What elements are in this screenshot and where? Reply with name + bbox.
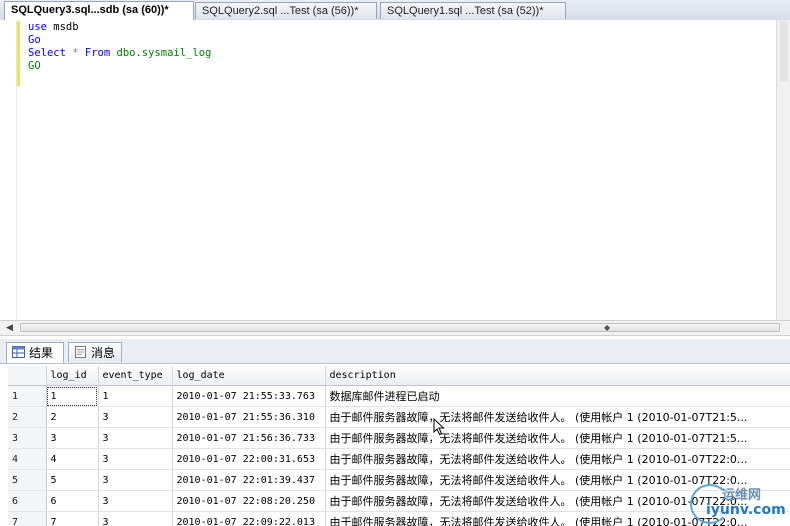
table-row[interactable]: 6 6 3 2010-01-07 22:08:20.250 由于邮件服务器故障，… (8, 490, 790, 512)
cell-description[interactable]: 由于邮件服务器故障，无法将邮件发送给收件人。 (使用帐户 1 (2010-01-… (325, 448, 790, 470)
results-grid[interactable]: log_id event_type log_date description 1… (8, 366, 790, 526)
cell-log-date[interactable]: 2010-01-07 22:08:20.250 (172, 490, 326, 512)
editor-vertical-scrollbar[interactable] (776, 20, 790, 320)
column-header-event-type[interactable]: event_type (98, 366, 173, 386)
tab-sqlquery3[interactable]: SQLQuery3.sql...sdb (sa (60))* (4, 1, 194, 20)
query-editor[interactable]: use msdb Go Select * From dbo.sysmail_lo… (0, 20, 790, 320)
table-row[interactable]: 4 4 3 2010-01-07 22:00:31.653 由于邮件服务器故障，… (8, 448, 790, 470)
cell-event-type[interactable]: 3 (98, 511, 173, 526)
cell-log-date[interactable]: 2010-01-07 21:55:33.763 (172, 385, 326, 407)
tab-label: SQLQuery3.sql...sdb (sa (60))* (11, 4, 169, 16)
column-header-log-date[interactable]: log_date (172, 366, 326, 386)
editor-horizontal-scrollbar[interactable]: ◀ ◆ (0, 320, 790, 336)
cell-event-type[interactable]: 3 (98, 490, 173, 512)
code-line-1: use msdb (28, 21, 211, 34)
change-tracking-bar (17, 21, 20, 86)
cell-log-date[interactable]: 2010-01-07 22:09:22.013 (172, 511, 326, 526)
site-watermark: 运维网 iyunv.com (686, 482, 790, 526)
cell-log-id[interactable]: 5 (46, 469, 99, 491)
watermark-text: 运维网 (722, 488, 762, 503)
cell-log-date[interactable]: 2010-01-07 21:56:36.733 (172, 427, 326, 449)
tab-label: SQLQuery1.sql ...Test (sa (52))* (387, 5, 544, 17)
cell-description[interactable]: 由于邮件服务器故障，无法将邮件发送给收件人。 (使用帐户 1 (2010-01-… (325, 406, 790, 428)
tab-messages[interactable]: 消息 (68, 342, 122, 362)
cell-log-id[interactable]: 4 (46, 448, 99, 470)
scroll-left-arrow-icon[interactable]: ◀ (6, 323, 13, 333)
cell-event-type[interactable]: 3 (98, 448, 173, 470)
document-tab-strip: SQLQuery3.sql...sdb (sa (60))* SQLQuery2… (0, 0, 790, 21)
message-icon (75, 346, 86, 358)
cell-log-date[interactable]: 2010-01-07 21:55:36.310 (172, 406, 326, 428)
row-number[interactable]: 4 (8, 448, 47, 470)
grid-icon (12, 346, 25, 358)
scroll-thumb[interactable] (20, 323, 780, 332)
cell-event-type[interactable]: 3 (98, 406, 173, 428)
column-header-description[interactable]: description (325, 366, 790, 386)
table-name: dbo.sysmail_log (110, 47, 212, 59)
tab-label: 消息 (91, 346, 116, 360)
cell-description[interactable]: 由于邮件服务器故障，无法将邮件发送给收件人。 (使用帐户 1 (2010-01-… (325, 427, 790, 449)
row-number[interactable]: 7 (8, 511, 47, 526)
row-header-corner[interactable] (8, 366, 47, 386)
splitter-grip-icon[interactable]: ◆ (604, 323, 610, 332)
results-tab-strip: 结果 消息 (0, 339, 790, 364)
table-row[interactable]: 2 2 3 2010-01-07 21:55:36.310 由于邮件服务器故障，… (8, 406, 790, 428)
code-line-4: GO (28, 60, 211, 73)
table-row[interactable]: 1 1 1 2010-01-07 21:55:33.763 数据库邮件进程已启动 (8, 385, 790, 407)
cell-log-date[interactable]: 2010-01-07 22:00:31.653 (172, 448, 326, 470)
row-number[interactable]: 1 (8, 385, 47, 407)
keyword: Go (28, 34, 41, 46)
cell-event-type[interactable]: 3 (98, 469, 173, 491)
tab-label: SQLQuery2.sql ...Test (sa (56))* (202, 5, 359, 17)
column-header-log-id[interactable]: log_id (46, 366, 99, 386)
operator: * (65, 47, 85, 59)
keyword: Select (28, 47, 66, 59)
cell-log-id[interactable]: 2 (46, 406, 99, 428)
scroll-thumb[interactable] (780, 21, 788, 81)
mouse-pointer-icon (433, 418, 445, 436)
cell-log-id[interactable]: 3 (46, 427, 99, 449)
cell-log-id[interactable]: 6 (46, 490, 99, 512)
tab-sqlquery2[interactable]: SQLQuery2.sql ...Test (sa (56))* (195, 2, 377, 19)
row-number[interactable]: 5 (8, 469, 47, 491)
editor-gutter (0, 20, 17, 320)
sql-code[interactable]: use msdb Go Select * From dbo.sysmail_lo… (28, 21, 211, 73)
row-number[interactable]: 6 (8, 490, 47, 512)
watermark-url: iyunv.com (706, 502, 786, 518)
cell-event-type[interactable]: 3 (98, 427, 173, 449)
cell-description[interactable]: 数据库邮件进程已启动 (325, 385, 790, 407)
table-row[interactable]: 3 3 3 2010-01-07 21:56:36.733 由于邮件服务器故障，… (8, 427, 790, 449)
grid-header-row: log_id event_type log_date description (8, 366, 790, 386)
cell-log-id[interactable]: 1 (46, 385, 99, 407)
row-number[interactable]: 2 (8, 406, 47, 428)
table-row[interactable]: 5 5 3 2010-01-07 22:01:39.437 由于邮件服务器故障，… (8, 469, 790, 491)
row-number[interactable]: 3 (8, 427, 47, 449)
keyword: GO (28, 60, 41, 72)
code-line-2: Go (28, 34, 211, 47)
cell-log-id[interactable]: 7 (46, 511, 99, 526)
identifier: msdb (46, 21, 79, 33)
cell-log-date[interactable]: 2010-01-07 22:01:39.437 (172, 469, 326, 491)
tab-results[interactable]: 结果 (6, 342, 64, 363)
keyword: From (84, 47, 111, 59)
tab-label: 结果 (29, 346, 54, 360)
tab-sqlquery1[interactable]: SQLQuery1.sql ...Test (sa (52))* (380, 2, 566, 19)
code-line-3: Select * From dbo.sysmail_log (28, 47, 211, 60)
table-row[interactable]: 7 7 3 2010-01-07 22:09:22.013 由于邮件服务器故障，… (8, 511, 790, 526)
keyword: use (28, 21, 47, 33)
cell-event-type[interactable]: 1 (98, 385, 173, 407)
